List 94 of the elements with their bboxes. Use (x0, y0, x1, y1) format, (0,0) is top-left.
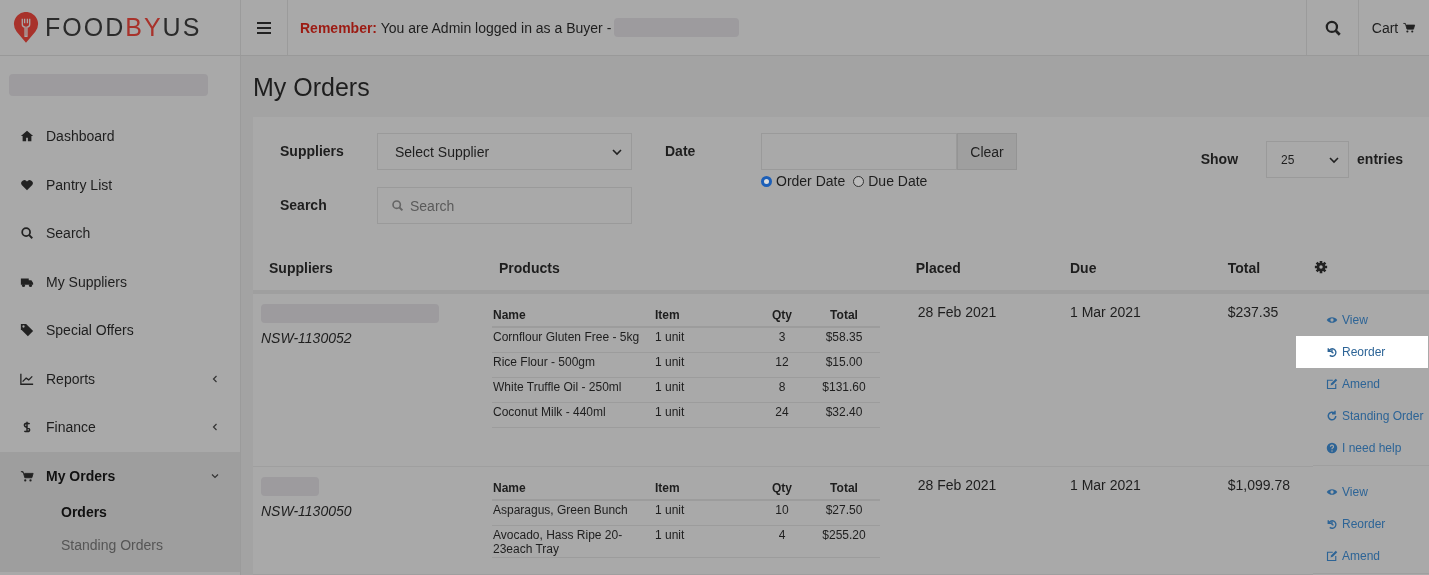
column-header: Total (1226, 246, 1313, 292)
table-cell: Rice Flour - 500gm (492, 352, 654, 378)
table-cell: Cornflour Gluten Free - 5kg (492, 327, 654, 353)
sidebar-item[interactable]: Dashboard (0, 112, 240, 161)
table-cell: 28 Feb 2021 (891, 292, 1069, 466)
radio-option[interactable]: Order Date (761, 173, 846, 189)
home-icon (20, 129, 34, 144)
table-cell: 1 unit (654, 352, 756, 378)
table-cell: 24 (756, 402, 808, 428)
tag-icon (20, 323, 34, 338)
table-cell: 28 Feb 2021 (891, 466, 1069, 574)
cart-button[interactable]: Cart (1358, 0, 1429, 55)
notice-text: Remember: You are Admin logged in as a Buyer - (300, 19, 612, 36)
menu-icon (257, 21, 271, 34)
field-label: Date (664, 142, 697, 161)
eye-icon (1326, 486, 1338, 498)
history-icon (1326, 346, 1338, 358)
sidebar-item[interactable]: Search (0, 209, 240, 258)
table-cell: $27.50 (808, 499, 880, 525)
sidebar-item[interactable]: My Orders (0, 451, 240, 500)
page-title: My Orders (253, 72, 371, 103)
radio-option[interactable]: Due Date (853, 173, 928, 189)
radio-button[interactable] (761, 175, 772, 187)
search-input[interactable]: Search (408, 196, 612, 215)
order-number: NSW-1130052 (261, 330, 353, 346)
submenu-item[interactable]: Orders (61, 500, 240, 533)
column-header: Total (808, 476, 880, 500)
table-cell: $1,099.78 (1226, 466, 1313, 574)
radio-button[interactable] (853, 175, 865, 187)
edit-icon (1326, 378, 1338, 390)
sidebar-item[interactable]: My Suppliers (0, 257, 240, 306)
table-cell: 1 Mar 2021 (1069, 466, 1227, 574)
table-cell: 1 unit (654, 499, 756, 525)
column-header: Placed (891, 246, 1069, 292)
column-header: Products (469, 246, 892, 292)
refresh-icon (1326, 410, 1338, 422)
sidebar-item[interactable]: Pantry List (0, 160, 240, 209)
column-header: Suppliers (253, 246, 469, 292)
search-field[interactable]: Search (377, 187, 632, 224)
column-header: Qty (756, 476, 808, 500)
table-cell: Coconut Milk - 440ml (492, 402, 654, 428)
table-cell: 10 (756, 499, 808, 525)
sidebar-item[interactable]: Special Offers (0, 306, 240, 355)
table-cell: 1 unit (654, 525, 756, 557)
action-link[interactable]: Reorder (1296, 336, 1428, 368)
table-cell: $15.00 (808, 352, 880, 378)
table-cell: 1 unit (654, 327, 756, 353)
table-cell: $255.20 (808, 525, 880, 557)
column-header: Qty (756, 304, 808, 327)
settings-icon[interactable] (1314, 259, 1328, 274)
order-number: NSW-1130050 (261, 502, 353, 519)
column-header: Name (492, 304, 654, 327)
line-chart-icon (20, 371, 34, 386)
table-cell: $32.40 (808, 402, 880, 428)
column-header: Name (492, 476, 654, 500)
table-cell: 3 (756, 327, 808, 353)
search-icon (1323, 18, 1342, 37)
sidebar-item[interactable]: Finance (0, 403, 240, 452)
table-cell: 1 unit (654, 377, 756, 403)
column-header: Item (654, 476, 756, 500)
field-label: Search (280, 196, 328, 215)
help-icon (1326, 442, 1338, 454)
column-header: Due (1069, 246, 1227, 292)
clear-button[interactable]: Clear (957, 133, 1017, 170)
table-cell: $131.60 (808, 377, 880, 403)
caret-icon (612, 147, 622, 156)
table-cell: $58.35 (808, 327, 880, 353)
table-cell: Asparagus, Green Bunch (492, 499, 654, 525)
table-cell: 1 unit (654, 402, 756, 428)
history-icon (1326, 518, 1338, 530)
column-header: Item (654, 304, 756, 327)
table-cell: 4 (756, 525, 808, 557)
sidebar-item[interactable]: Reports (0, 354, 240, 403)
field-label: Suppliers (280, 142, 345, 161)
table-cell: 1 Mar 2021 (1069, 292, 1227, 466)
cart-icon (20, 468, 34, 483)
cart-icon (1402, 21, 1417, 34)
table-cell: 8 (756, 377, 808, 403)
heart-icon (20, 177, 34, 192)
field-label: entries (1357, 150, 1403, 169)
table-cell: White Truffle Oil - 250ml (492, 377, 654, 403)
logo-icon (13, 11, 39, 44)
edit-icon (1326, 550, 1338, 562)
table-cell: 12 (756, 352, 808, 378)
field-label: Show (1200, 150, 1239, 169)
entries-select[interactable]: 25 (1266, 141, 1350, 178)
caret-icon (1329, 155, 1340, 164)
column-header: Total (808, 304, 880, 327)
supplier-select[interactable]: Select Supplier (377, 133, 632, 170)
search-icon (20, 226, 34, 241)
brand-logo[interactable]: FOODBYUS (45, 13, 202, 42)
search-icon (391, 199, 404, 212)
eye-icon (1326, 314, 1338, 326)
table-cell: Avocado, Hass Ripe 20-23each Tray (492, 525, 654, 557)
